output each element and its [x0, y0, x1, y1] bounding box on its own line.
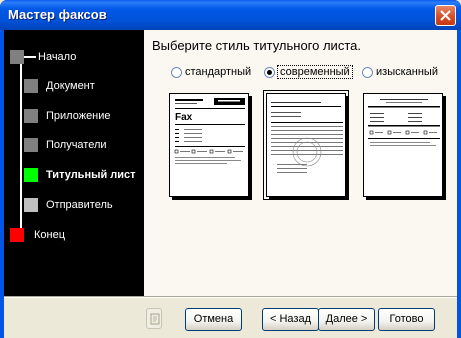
step-indicator-end	[10, 228, 24, 242]
step-recipients: Получатели	[4, 138, 144, 156]
radio-elegant[interactable]	[362, 67, 373, 78]
button-separator	[4, 296, 457, 298]
close-icon	[440, 10, 451, 21]
step-sender: Отправитель	[4, 198, 144, 216]
cover-page-selection-area: Выберите стиль титульного листа. стандар…	[144, 30, 457, 296]
window-title: Мастер факсов	[8, 7, 107, 22]
step-indicator	[24, 79, 38, 93]
option-label[interactable]: изысканный	[376, 66, 438, 78]
wizard-steps-panel: Начало Документ Приложение Получатели Ти…	[4, 30, 144, 296]
step-end: Конец	[4, 228, 144, 246]
standard-cover-preview-image: Fax	[174, 98, 245, 164]
wizard-client-area: Начало Документ Приложение Получатели Ти…	[4, 30, 457, 338]
step-label: Начало	[38, 51, 77, 63]
step-indicator	[24, 109, 38, 123]
title-bar[interactable]: Мастер факсов	[0, 0, 461, 30]
modern-cover-preview-image	[271, 102, 343, 173]
window-border-right	[457, 30, 461, 338]
option-label[interactable]: современный	[277, 65, 353, 79]
step-label: Титульный лист	[46, 169, 136, 181]
elegant-cover-preview-image	[368, 99, 440, 146]
step-connector	[24, 56, 36, 58]
finish-button[interactable]: Готово	[378, 308, 435, 331]
preview-elegant[interactable]	[363, 93, 443, 197]
option-label[interactable]: стандартный	[185, 66, 251, 78]
thumb-fax-text: Fax	[175, 112, 193, 123]
fax-wizard-window: Мастер факсов Начало Документ Приложение…	[0, 0, 461, 338]
step-label: Получатели	[46, 139, 107, 151]
cancel-button[interactable]: Отмена	[185, 308, 242, 331]
step-label: Документ	[46, 80, 95, 92]
help-icon	[150, 313, 160, 325]
step-attachment: Приложение	[4, 109, 144, 127]
radio-standard[interactable]	[171, 67, 182, 78]
step-label: Отправитель	[46, 199, 113, 211]
help-button[interactable]	[146, 308, 162, 329]
step-label: Приложение	[46, 110, 111, 122]
step-indicator-active	[24, 168, 38, 182]
preview-modern[interactable]	[263, 90, 349, 200]
close-button[interactable]	[435, 5, 456, 26]
back-button[interactable]: < Назад	[262, 308, 319, 331]
preview-standard[interactable]: Fax	[169, 93, 249, 197]
radio-modern[interactable]	[264, 67, 275, 78]
step-label: Конец	[34, 229, 66, 241]
next-button[interactable]: Далее >	[318, 308, 375, 331]
step-indicator	[10, 50, 24, 64]
page-heading: Выберите стиль титульного листа.	[152, 38, 361, 53]
step-cover-page: Титульный лист	[4, 168, 144, 186]
step-start: Начало	[4, 50, 144, 68]
step-indicator	[24, 198, 38, 212]
step-indicator	[24, 138, 38, 152]
step-document: Документ	[4, 79, 144, 97]
